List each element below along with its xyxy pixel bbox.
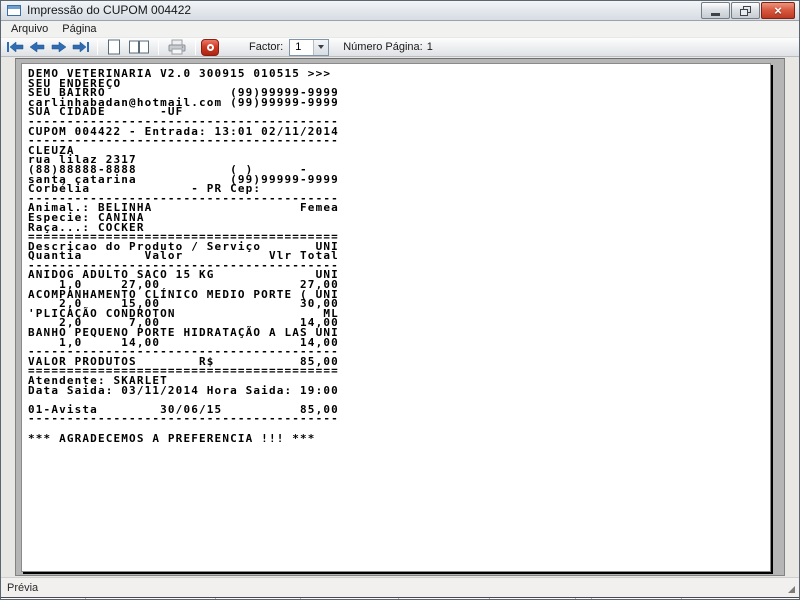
preview-panel: DEMO VETERINARIA V2.0 300915 010515 >>> … [15, 58, 785, 576]
next-page-icon [51, 41, 67, 53]
last-page-button[interactable] [70, 38, 92, 56]
toolbar: Factor: 1 Número Página: 1 [0, 37, 800, 57]
first-page-icon [7, 41, 24, 53]
previous-page-button[interactable] [26, 38, 48, 56]
previous-page-icon [29, 41, 45, 53]
print-button[interactable] [164, 38, 190, 56]
factor-select[interactable]: 1 [289, 38, 330, 56]
factor-dropdown-button[interactable] [313, 39, 329, 55]
last-page-icon [72, 41, 89, 53]
printer-icon [168, 39, 186, 55]
minimize-button[interactable] [701, 2, 730, 19]
toolbar-separator [195, 39, 196, 55]
chevron-down-icon [318, 45, 325, 49]
page-number-label: Número Página: [343, 41, 423, 53]
factor-value: 1 [295, 41, 302, 53]
titlebar: Impressão do CUPOM 004422 [0, 0, 800, 21]
window-title: Impressão do CUPOM 004422 [27, 3, 192, 17]
stop-icon [206, 43, 214, 51]
single-page-icon [108, 39, 120, 55]
minimize-icon [711, 12, 720, 16]
close-icon: × [774, 3, 782, 18]
resize-grip-icon[interactable] [788, 586, 795, 593]
page-number: Número Página: 1 [343, 41, 433, 53]
preview-area: DEMO VETERINARIA V2.0 300915 010515 >>> … [0, 57, 800, 577]
receipt-page: DEMO VETERINARIA V2.0 300915 010515 >>> … [21, 63, 771, 572]
menubar: Arquivo Página [0, 21, 800, 37]
two-page-view-button[interactable] [125, 38, 153, 56]
menu-item-pagina[interactable]: Página [55, 22, 103, 36]
menu-item-arquivo[interactable]: Arquivo [4, 22, 55, 36]
close-button[interactable]: × [761, 2, 795, 19]
stop-button[interactable] [201, 38, 219, 56]
restore-icon [740, 5, 751, 16]
first-page-button[interactable] [4, 38, 26, 56]
next-page-button[interactable] [48, 38, 70, 56]
toolbar-separator [97, 39, 98, 55]
page-number-value: 1 [426, 41, 433, 53]
single-page-view-button[interactable] [103, 38, 125, 56]
toolbar-separator [158, 39, 159, 55]
restore-button[interactable] [731, 2, 760, 19]
factor-label: Factor: [249, 41, 284, 53]
receipt-text: DEMO VETERINARIA V2.0 300915 010515 >>> … [28, 67, 339, 445]
status-text: Prévia [7, 581, 39, 594]
statusbar: Prévia [0, 577, 800, 597]
app-icon [7, 4, 21, 16]
two-page-icon [129, 40, 149, 54]
